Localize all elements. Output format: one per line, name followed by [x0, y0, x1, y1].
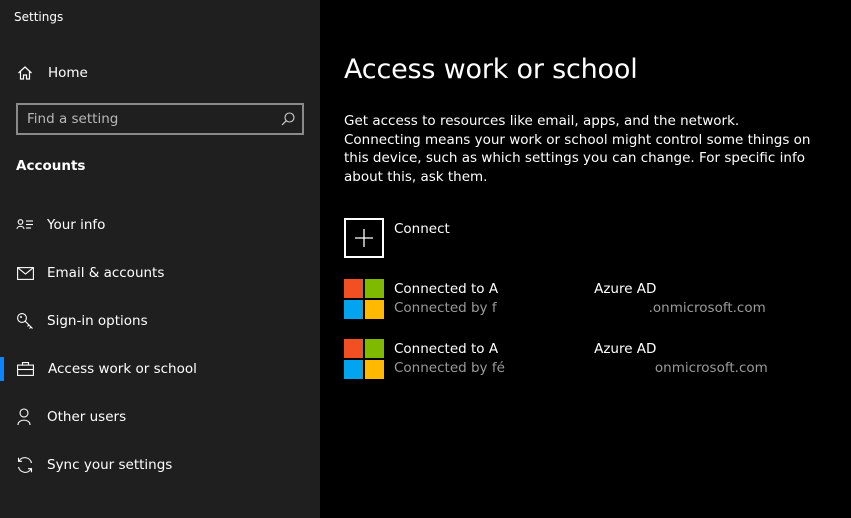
mail-icon	[16, 264, 34, 282]
sidebar-item-sync-your-settings[interactable]: Sync your settings	[0, 445, 320, 485]
account-title: Connected to A Azure AD	[394, 281, 656, 297]
sidebar-item-label: Email & accounts	[47, 265, 165, 281]
sync-icon	[16, 456, 34, 474]
connect-button[interactable]: Connect	[344, 218, 644, 260]
sidebar-item-label: Home	[48, 65, 88, 81]
home-icon	[16, 64, 34, 82]
account-title: Connected to A Azure AD	[394, 341, 656, 357]
account-title-prefix: Connected to A	[394, 281, 499, 297]
sidebar-item-email-accounts[interactable]: Email & accounts	[0, 253, 320, 293]
microsoft-logo-icon	[344, 339, 384, 379]
account-subtitle-prefix: Connected by fé	[394, 360, 505, 376]
account-subtitle-suffix: .onmicrosoft.com	[648, 300, 766, 316]
search-box[interactable]	[16, 103, 304, 135]
key-icon	[16, 312, 34, 330]
active-indicator	[0, 357, 4, 381]
sidebar-item-home[interactable]: Home	[0, 53, 320, 93]
sidebar-item-label: Sync your settings	[47, 457, 173, 473]
page-description: Get access to resources like email, apps…	[344, 113, 811, 185]
page-title: Access work or school	[344, 54, 638, 85]
account-title-suffix: Azure AD	[594, 341, 657, 357]
search-icon[interactable]	[280, 111, 296, 127]
sidebar-item-sign-in-options[interactable]: Sign-in options	[0, 301, 320, 341]
sidebar-item-label: Other users	[47, 409, 127, 425]
plus-icon	[344, 218, 384, 258]
sidebar-item-other-users[interactable]: Other users	[0, 397, 320, 437]
connect-label: Connect	[394, 221, 450, 237]
search-input[interactable]	[18, 105, 277, 133]
account-subtitle: Connected by fé onmicrosoft.com	[394, 360, 768, 376]
account-item[interactable]: Connected to A Azure AD Connected by f .on…	[344, 279, 766, 321]
section-header: Accounts	[16, 158, 86, 174]
account-title-prefix: Connected to A	[394, 341, 499, 357]
main-content: Access work or school Get access to reso…	[320, 0, 851, 518]
account-subtitle-suffix: onmicrosoft.com	[654, 360, 768, 376]
sidebar-item-your-info[interactable]: Your info	[0, 205, 320, 245]
person-icon	[16, 408, 34, 426]
sidebar-item-label: Sign-in options	[47, 313, 148, 329]
app-title: Settings	[14, 10, 64, 24]
account-subtitle: Connected by f .onmicrosoft.com	[394, 300, 766, 316]
account-item[interactable]: Connected to A Azure AD Connected by fé on…	[344, 339, 768, 381]
account-subtitle-prefix: Connected by f	[394, 300, 497, 316]
briefcase-icon	[16, 360, 34, 378]
sidebar: Settings Home Accounts	[0, 0, 320, 518]
sidebar-item-label: Your info	[47, 217, 106, 233]
settings-window: Settings Home Accounts	[0, 0, 851, 518]
contact-card-icon	[16, 216, 34, 234]
sidebar-item-label: Access work or school	[48, 361, 197, 377]
account-title-suffix: Azure AD	[594, 281, 657, 297]
sidebar-item-access-work-or-school[interactable]: Access work or school	[0, 349, 320, 389]
microsoft-logo-icon	[344, 279, 384, 319]
